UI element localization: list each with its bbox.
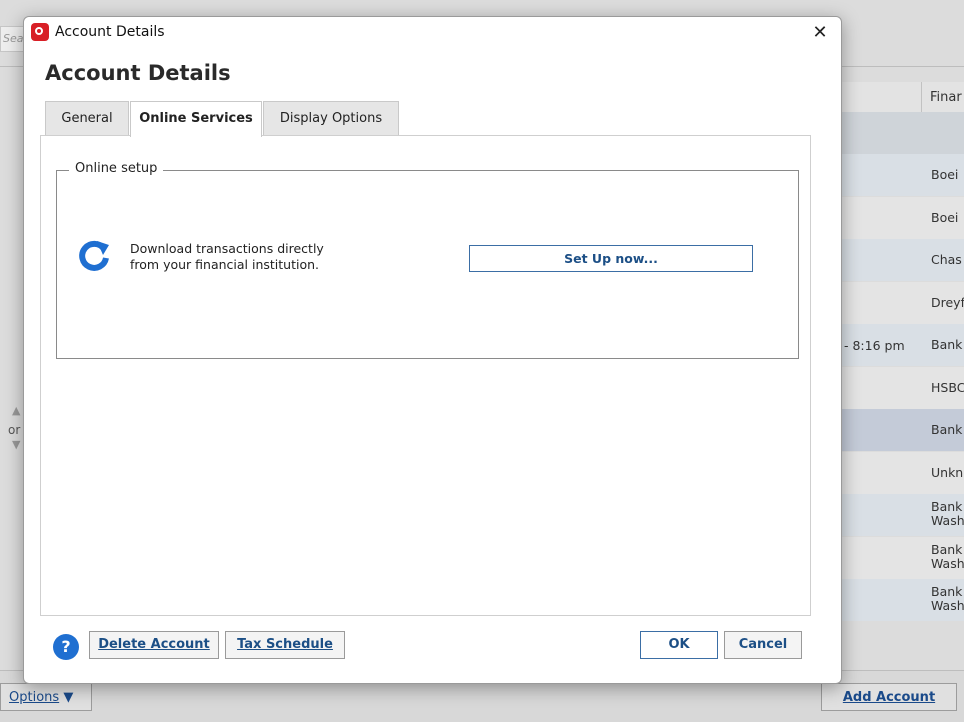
options-menu-button[interactable]: Options ▼	[0, 683, 92, 711]
background-account-name: HSBC	[931, 380, 964, 395]
options-label: Options	[9, 690, 60, 705]
add-account-label: Add Account	[842, 690, 936, 705]
background-column-header[interactable]: Finar	[838, 82, 964, 113]
background-account-name: Unkn	[931, 465, 964, 480]
tax-schedule-label: Tax Schedule	[237, 637, 333, 652]
account-details-dialog: Account Details ✕ Account Details Genera…	[23, 16, 842, 684]
background-column-divider	[921, 82, 922, 112]
help-icon[interactable]: ?	[53, 634, 79, 660]
dialog-titlebar[interactable]: Account Details ✕	[24, 17, 841, 49]
background-account-name: Dreyf	[931, 295, 964, 310]
online-setup-legend: Online setup	[69, 161, 164, 176]
background-account-time: - 8:16 pm	[844, 338, 905, 353]
background-account-row[interactable]: HSBC	[838, 366, 964, 409]
add-account-button[interactable]: Add Account	[821, 683, 957, 711]
ok-button[interactable]: OK	[640, 631, 718, 659]
delete-account-button[interactable]: Delete Account	[89, 631, 219, 659]
dropdown-arrow-icon: ▼	[63, 690, 74, 705]
refresh-icon	[79, 240, 109, 271]
background-account-row[interactable]: Bank - 8:16 pm	[838, 324, 964, 366]
background-account-row[interactable]: Boei	[838, 154, 964, 196]
background-account-name: Bank Wash	[931, 585, 964, 613]
background-account-name: Bank	[931, 338, 963, 352]
delete-account-label: Delete Account	[98, 637, 210, 652]
background-account-row[interactable]: Bank Wash	[838, 494, 964, 536]
background-account-row[interactable]: Chas	[838, 239, 964, 281]
online-setup-description: Download transactions directly from your…	[130, 241, 324, 272]
background-account-name: Boei	[931, 210, 959, 225]
close-button[interactable]: ✕	[804, 19, 836, 47]
online-setup-group: Online setup Download transactions direc…	[56, 161, 799, 359]
background-group-row	[838, 112, 964, 154]
background-account-row[interactable]: Unkn	[838, 451, 964, 494]
background-account-row[interactable]: Bank	[838, 409, 964, 451]
set-up-now-button[interactable]: Set Up now...	[469, 245, 753, 272]
dialog-heading: Account Details	[45, 61, 231, 85]
tab-general[interactable]: General	[45, 101, 129, 135]
cancel-button[interactable]: Cancel	[724, 631, 802, 659]
tax-schedule-button[interactable]: Tax Schedule	[225, 631, 345, 659]
background-side-label: or	[8, 423, 21, 437]
window-title: Account Details	[55, 24, 165, 40]
online-services-panel: Online setup Download transactions direc…	[40, 135, 811, 616]
background-account-name: Chas	[931, 253, 962, 267]
tab-online-services[interactable]: Online Services	[130, 101, 262, 137]
quicken-logo-icon	[31, 23, 49, 41]
background-account-name: Bank Wash	[931, 500, 964, 528]
background-account-name: Bank Wash	[931, 542, 964, 571]
background-account-row[interactable]: Dreyf	[838, 281, 964, 324]
background-account-row[interactable]: Bank Wash	[838, 536, 964, 579]
background-account-row[interactable]: Boei	[838, 196, 964, 239]
background-column-label: Finar	[930, 90, 962, 105]
background-account-name: Boei	[931, 168, 959, 182]
background-account-name: Bank	[931, 423, 963, 437]
background-account-row[interactable]: Bank Wash	[838, 579, 964, 621]
tab-display-options[interactable]: Display Options	[263, 101, 399, 135]
